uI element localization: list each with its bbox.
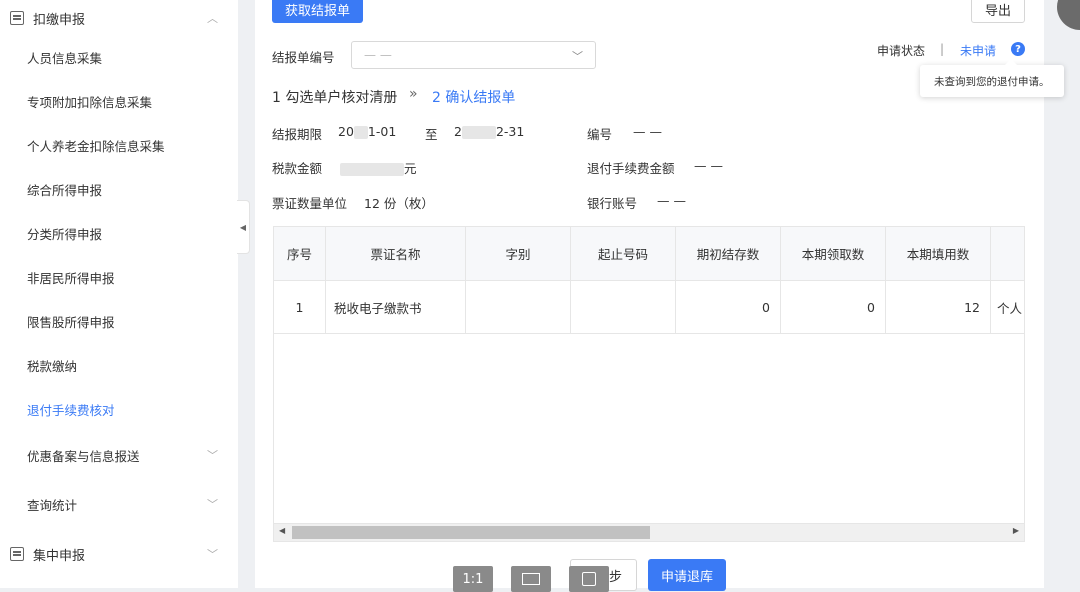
table-cell-used: 12 [886, 281, 991, 334]
caret-left-icon: ◀ [239, 222, 247, 232]
table-header-index: 序号 [274, 227, 326, 281]
sidebar-item-label: 限售股所得申报 [27, 314, 115, 330]
sidebar-item-label: 税款缴纳 [27, 358, 78, 374]
ticket-unit-value: 12 份（枚） [364, 196, 434, 211]
scrollbar-thumb[interactable] [292, 526, 650, 539]
period-to: 至 [425, 127, 438, 142]
sidebar-item-personnel[interactable]: 人员信息采集 [0, 38, 238, 76]
sidebar-item-query-stats[interactable]: 查询统计 ﹀ [0, 485, 238, 523]
report-no-placeholder: — — [364, 48, 392, 62]
table-cell-ticket-name: 税收电子缴款书 [326, 281, 466, 334]
period-start: 20 1-01 [338, 124, 397, 139]
ticket-table: 序号 票证名称 字别 起止号码 期初结存数 本期领取数 本期填用数 1 税收电子… [273, 226, 1025, 542]
sidebar-item-comprehensive-income[interactable]: 综合所得申报 [0, 170, 238, 208]
period-label: 结报期限 [272, 127, 323, 142]
period-end: 2 2-31 [454, 124, 525, 139]
monitor-icon [10, 547, 24, 561]
help-icon[interactable]: ? [1011, 42, 1025, 56]
table-header-number-range: 起止号码 [571, 227, 676, 281]
horizontal-scrollbar[interactable]: ◀ ▶ [274, 523, 1024, 541]
sidebar-item-preferential-filing[interactable]: 优惠备案与信息报送 ﹀ [0, 436, 238, 474]
chevron-down-icon: ﹀ [207, 548, 218, 561]
scroll-right-icon[interactable]: ▶ [1013, 526, 1019, 535]
tax-amount-value: 元 [340, 158, 417, 177]
report-no-select[interactable]: — — ﹀ [351, 41, 596, 69]
sidebar-item-refund-fee-check[interactable]: 退付手续费核对 [0, 390, 238, 428]
refund-fee-label: 退付手续费金额 [587, 161, 675, 176]
bank-account-label: 银行账号 [587, 196, 638, 211]
chevron-up-icon: ︿ [207, 12, 218, 25]
button-label: 步 [608, 569, 622, 585]
table-header-more [991, 227, 1024, 281]
step-1[interactable]: 1 勾选单户核对清册 [272, 87, 397, 107]
number-value: — — [633, 124, 662, 139]
step-2[interactable]: 2 确认结报单 [432, 87, 515, 107]
number-label: 编号 [587, 127, 613, 142]
table-cell-received: 0 [781, 281, 886, 334]
sidebar-item-special-deduction[interactable]: 专项附加扣除信息采集 [0, 82, 238, 120]
table-header-ticket-name: 票证名称 [326, 227, 466, 281]
chevron-down-icon: ﹀ [207, 498, 218, 511]
tax-amount-label: 税款金额 [272, 161, 323, 176]
sidebar-item-label: 个人养老金扣除信息采集 [27, 138, 165, 154]
sidebar-item-label: 分类所得申报 [27, 226, 103, 242]
refund-fee-value: — — [694, 158, 723, 173]
report-no-label: 结报单编号 [272, 50, 335, 65]
chevron-down-icon: ﹀ [207, 449, 218, 462]
sidebar-section-label: 扣缴申报 [33, 12, 86, 28]
table-cell-index: 1 [274, 281, 326, 334]
table-header-used: 本期填用数 [886, 227, 991, 281]
status-value: 未申请 [960, 44, 997, 58]
table-cell-opening-balance: 0 [676, 281, 781, 334]
sidebar-item-label: 优惠备案与信息报送 [27, 448, 140, 464]
table-cell-prefix [466, 281, 571, 334]
bank-account-value: — — [657, 193, 686, 208]
status-label: 申请状态 [877, 44, 926, 58]
actual-size-button[interactable]: 1:1 [453, 566, 493, 592]
avatar[interactable] [1057, 0, 1080, 30]
table-header-prefix: 字别 [466, 227, 571, 281]
sidebar-item-label: 退付手续费核对 [27, 402, 115, 418]
table-cell-number-range [571, 281, 676, 334]
sidebar-item-tax-payment[interactable]: 税款缴纳 [0, 346, 238, 384]
step-arrow-icon: » [409, 86, 418, 102]
sidebar-section-withholding[interactable]: 扣缴申报 ︿ [0, 0, 238, 36]
table-header-received: 本期领取数 [781, 227, 886, 281]
sidebar-item-pension-deduction[interactable]: 个人养老金扣除信息采集 [0, 126, 238, 164]
sidebar-item-restricted-shares[interactable]: 限售股所得申报 [0, 302, 238, 340]
apply-refund-button[interactable]: 申请退库 [648, 559, 726, 591]
sidebar-item-label: 查询统计 [27, 497, 78, 513]
document-icon [10, 11, 24, 25]
sidebar-section-label: 集中申报 [33, 548, 86, 564]
sidebar: 扣缴申报 ︿ 人员信息采集 专项附加扣除信息采集 个人养老金扣除信息采集 综合所… [0, 0, 238, 588]
ticket-unit-label: 票证数量单位 [272, 196, 348, 211]
status-separator: | [940, 42, 945, 56]
table-cell-more: 个人 [991, 281, 1024, 334]
sidebar-item-label: 专项附加扣除信息采集 [27, 94, 153, 110]
sidebar-item-nonresident-income[interactable]: 非居民所得申报 [0, 258, 238, 296]
fetch-report-button[interactable]: 获取结报单 [272, 0, 363, 23]
scroll-left-icon[interactable]: ◀ [279, 526, 285, 535]
table-header-opening-balance: 期初结存数 [676, 227, 781, 281]
sidebar-item-label: 非居民所得申报 [27, 270, 115, 286]
screenshot-icon[interactable] [569, 566, 609, 592]
chevron-down-icon: ﹀ [572, 50, 583, 63]
sidebar-section-centralized[interactable]: 集中申报 ﹀ [0, 536, 238, 572]
sidebar-item-label: 人员信息采集 [27, 50, 103, 66]
fit-screen-icon[interactable] [511, 566, 551, 592]
sidebar-collapse-handle[interactable]: ◀ [237, 200, 250, 254]
sidebar-item-label: 综合所得申报 [27, 182, 103, 198]
status-tooltip: 未查询到您的退付申请。 [920, 59, 1064, 97]
export-button[interactable]: 导出 [971, 0, 1025, 23]
sidebar-item-classified-income[interactable]: 分类所得申报 [0, 214, 238, 252]
